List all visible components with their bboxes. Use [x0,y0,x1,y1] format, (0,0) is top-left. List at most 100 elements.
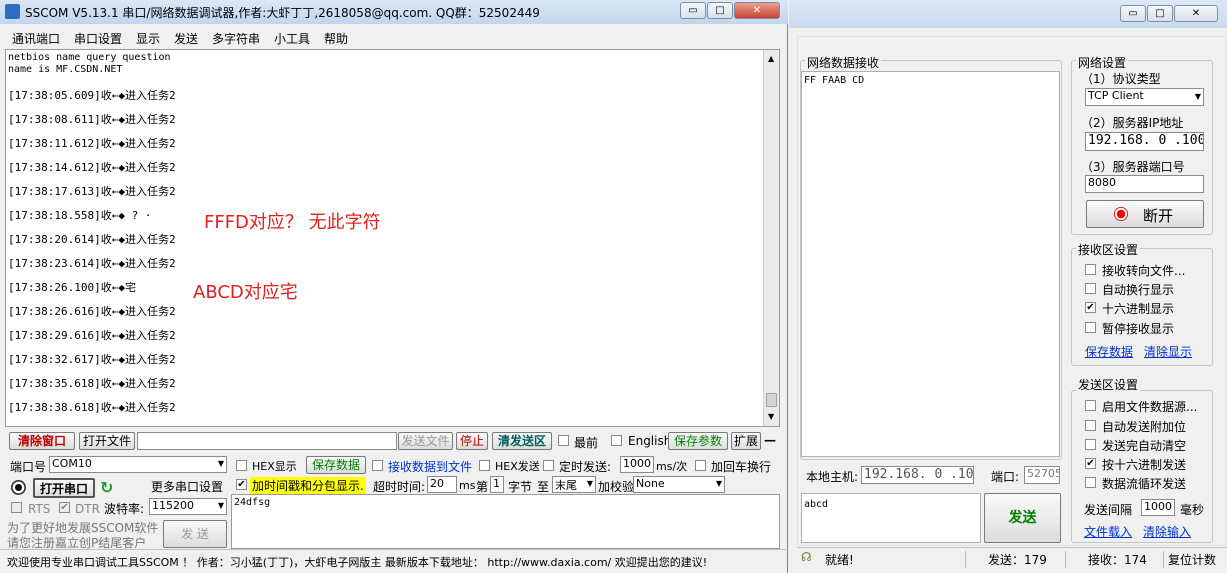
port-label: （3）服务器端口号 [1081,160,1185,174]
reset-count-button[interactable]: 复位计数 [1163,551,1216,568]
close-icon[interactable]: ✕ [1174,5,1218,22]
proto-select[interactable]: TCP Client ▼ [1085,88,1204,106]
rts-checkbox[interactable] [11,502,22,513]
file-load-link[interactable]: 文件载入 [1084,523,1132,540]
chevron-down-icon[interactable]: ▼ [587,479,593,488]
menu-item-help[interactable]: 帮助 [324,30,348,47]
port-label: 端口号 [10,460,47,474]
save-data-button[interactable]: 保存数据 [306,456,366,474]
disconnect-button[interactable]: 断开 [1086,200,1204,228]
interval-input[interactable]: 1000 [620,456,654,473]
save-data-link[interactable]: 保存数据 [1085,343,1133,360]
timed-send-checkbox[interactable] [543,460,554,471]
local-host-label: 本地主机: [806,470,859,484]
maximize-icon[interactable]: □ [1147,5,1173,22]
port-select[interactable]: COM10 ▼ [49,456,227,473]
send-opt-checkbox[interactable] [1085,477,1096,488]
receive-line: [17:38:32.617]收←◆进入任务2 [8,353,176,366]
recv-opt-checkbox[interactable]: ✔ [1085,302,1096,313]
clear-window-button[interactable]: 清除窗口 [9,432,75,450]
dtr-checkbox[interactable]: ✔ [59,502,70,513]
topmost-label: 最前 [574,436,599,450]
menu-item-multi-string[interactable]: 多字符串 [212,30,260,47]
more-settings-link[interactable]: 更多串口设置 [151,478,223,495]
baud-select[interactable]: 115200 ▼ [149,498,227,515]
send-opt-checkbox[interactable]: ✔ [1085,458,1096,469]
open-file-button[interactable]: 打开文件 [79,432,135,450]
file-path-input[interactable] [137,432,397,450]
scroll-down-icon[interactable]: ▼ [768,412,774,421]
recv-opt-checkbox[interactable] [1085,283,1096,294]
scroll-up-icon[interactable]: ▲ [768,54,774,63]
send-opt-checkbox[interactable] [1085,439,1096,450]
minimize-icon[interactable]: ▭ [1120,5,1146,22]
annotation-fffd: FFFD对应？ 无此字符 [204,212,381,233]
receive-line: [17:38:35.618]收←◆进入任务2 [8,377,176,390]
recv-to-file-label: 接收数据到文件 [388,460,473,474]
byte-no-input[interactable]: 1 [490,476,504,493]
net-send-button[interactable]: 发送 [984,493,1061,543]
clear-display-link[interactable]: 清除显示 [1144,343,1192,360]
interval-input[interactable]: 1000 [1141,499,1175,516]
menu-item-port[interactable]: 通讯端口 [12,30,60,47]
chevron-down-icon[interactable]: ▼ [218,459,224,468]
send-opt-checkbox[interactable] [1085,420,1096,431]
clear-input-link[interactable]: 清除输入 [1143,523,1191,540]
refresh-icon[interactable]: ↻ [100,478,113,497]
chevron-down-icon[interactable]: ▼ [218,501,224,510]
clear-send-button[interactable]: 清发送区 [492,432,552,450]
send-file-button[interactable]: 发送文件 [398,432,453,450]
receive-header-line: netbios name query question [8,52,171,63]
send-textarea[interactable]: 24dfsg [231,494,780,549]
open-port-button[interactable]: 打开串口 [33,478,95,498]
annotation-abcd: ABCD对应宅 [193,282,298,303]
menu-item-serial-settings[interactable]: 串口设置 [74,30,122,47]
recv-settings-title: 接收区设置 [1076,241,1141,258]
topmost-checkbox[interactable] [558,435,569,446]
english-checkbox[interactable] [611,435,622,446]
expand-button[interactable]: 扩展 [731,432,761,450]
send-button[interactable]: 发 送 [163,520,227,548]
chevron-down-icon[interactable]: ▼ [1195,92,1201,101]
collapse-icon[interactable]: — [764,433,776,447]
net-recv-content: FF FAAB CD [804,75,865,86]
recv-opt-checkbox[interactable] [1085,264,1096,275]
menu-bar: 通讯端口 串口设置 显示 发送 多字符串 小工具 帮助 [0,27,786,47]
send-opt-checkbox[interactable] [1085,400,1096,411]
ready-icon: ☊ [801,550,812,564]
net-recv-area[interactable]: FF FAAB CD [801,71,1060,457]
receive-area[interactable]: netbios name query question name is MF.C… [5,49,780,427]
window-title: SSCOM V5.13.1 串口/网络数据调试器,作者:大虾丁丁,2618058… [25,6,540,20]
checksum-select[interactable]: None ▼ [633,476,725,493]
timeout-input[interactable]: 20 [427,476,457,493]
receive-scrollbar[interactable]: ▲ ▼ [763,50,779,426]
ms-label: 毫秒 [1180,503,1205,517]
menu-item-send[interactable]: 发送 [174,30,198,47]
receive-header-line: name is MF.CSDN.NET [8,64,123,75]
net-send-area[interactable]: abcd [801,493,981,543]
menu-item-tools[interactable]: 小工具 [274,30,310,47]
menu-item-display[interactable]: 显示 [136,30,160,47]
hex-send-label: HEX发送 [495,460,540,473]
ip-input[interactable]: 192.168. 0 .100 [1085,132,1204,151]
add-crlf-checkbox[interactable] [695,460,706,471]
timestamp-checkbox[interactable]: ✔ [236,479,247,490]
send-opt-label: 发送完自动清空 [1102,439,1187,453]
receive-line: [17:38:05.609]收←◆进入任务2 [8,89,176,102]
stop-button[interactable]: 停止 [456,432,488,450]
hex-send-checkbox[interactable] [479,460,490,471]
port-input[interactable]: 8080 [1085,175,1204,193]
chevron-down-icon[interactable]: ▼ [716,479,722,488]
send-opt-label: 数据流循环发送 [1102,477,1187,491]
close-icon[interactable]: ✕ [734,2,780,19]
recv-opt-checkbox[interactable] [1085,322,1096,333]
received-count: 接收：174 [1065,551,1147,568]
end-select[interactable]: 末尾 ▼ [552,476,596,493]
maximize-icon[interactable]: □ [707,2,733,19]
minimize-icon[interactable]: ▭ [680,2,706,19]
hex-display-checkbox[interactable] [236,460,247,471]
scroll-thumb[interactable] [766,393,777,407]
save-params-button[interactable]: 保存参数 [668,432,728,450]
baud-label: 波特率: [104,502,145,516]
recv-to-file-checkbox[interactable] [372,460,383,471]
